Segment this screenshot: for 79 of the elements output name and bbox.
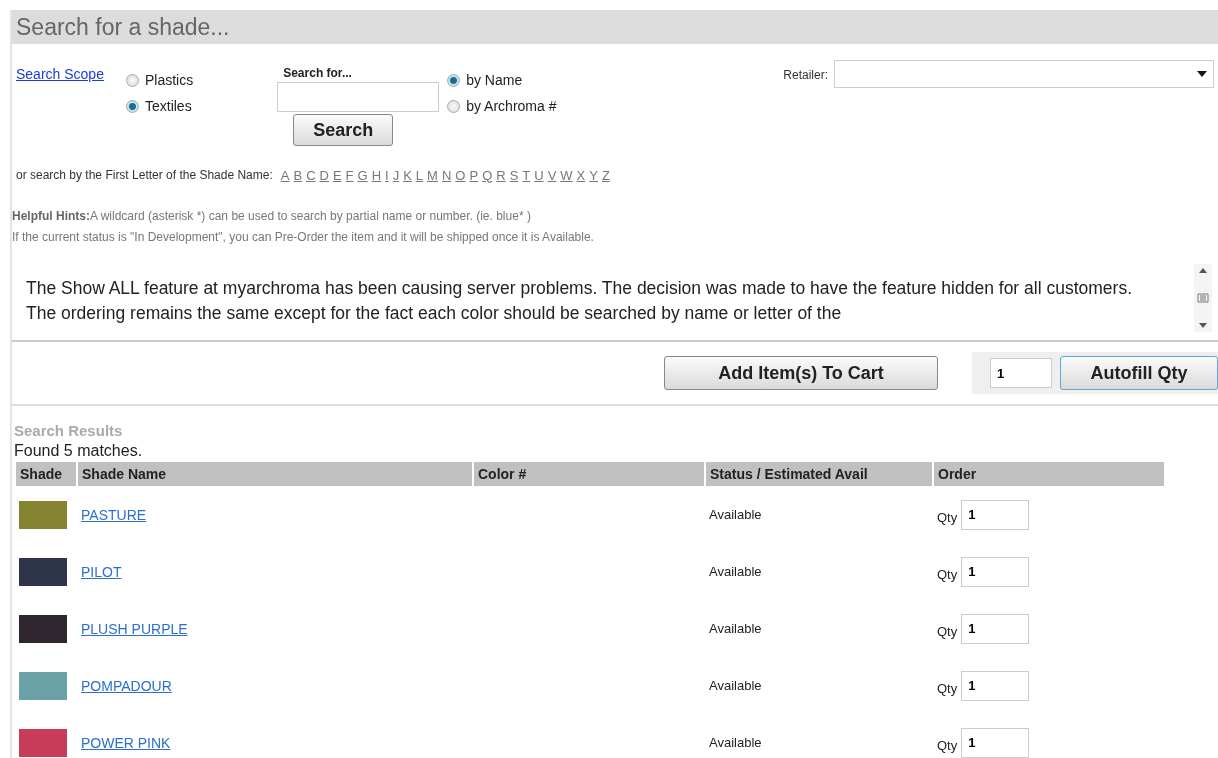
letter-link[interactable]: R [496,167,506,183]
shade-name-link[interactable]: PILOT [81,563,122,580]
column-header: Color # [474,462,704,486]
dropdown-arrow-icon [1197,71,1207,77]
radio-label: by Archroma # [466,98,557,114]
radio-label: by Name [466,72,523,88]
radio-label: Textiles [144,98,192,114]
qty-label: Qty [937,510,958,525]
letter-link[interactable]: O [455,167,466,183]
shade-name-link[interactable]: PASTURE [81,506,147,523]
radio-button[interactable] [125,99,139,113]
qty-field[interactable]: 1 [961,613,1030,644]
qty-field[interactable]: 1 [961,556,1030,587]
scroll-up-icon[interactable] [1199,268,1207,273]
letter-link[interactable]: P [469,167,479,183]
letter-link[interactable]: H [371,167,382,183]
autofill-qty-field[interactable]: 1 [990,358,1052,388]
letter-link[interactable]: C [306,167,316,183]
qty-field[interactable]: 1 [961,499,1030,530]
letter-link[interactable]: S [509,167,519,183]
add-to-cart-button[interactable]: Add Item(s) To Cart [664,356,938,390]
qty-label: Qty [937,738,958,753]
letter-link[interactable]: J [392,167,400,183]
scroll-thumb-icon[interactable] [1197,293,1209,303]
letter-link[interactable]: Y [589,167,598,183]
hint-text: Helpful Hints:A wildcard (asterisk *) can be used to search by partial name or number. (ie. blue* ) [12,208,532,225]
qty-field[interactable]: 1 [961,670,1030,701]
notice-text: The Show ALL feature at myarchroma has been causing server problems. The decision was made to have the feature hidden for all customers. The ordering remains the same except for the fact each color should be searched by name or letter of the [25,277,1133,325]
hint-text: If the current status is "In Development", you can Pre-Order the item and it will be shipped once it is Available. [12,229,595,246]
radio-label: Plastics [144,72,194,88]
scroll-down-icon[interactable] [1199,323,1207,328]
letter-link[interactable]: Z [601,167,610,183]
radio-button[interactable] [125,73,139,87]
status-cell-text: Available [708,506,763,524]
qty-field[interactable]: 1 [961,727,1030,758]
results-count: Found 5 matches. [14,442,144,460]
letter-link[interactable]: V [547,167,557,183]
letter-link[interactable]: W [560,167,573,183]
status-cell-text: Available [708,620,763,638]
letter-link[interactable]: U [534,167,544,183]
letter-link[interactable]: G [357,167,368,183]
letter-link[interactable]: X [576,167,586,183]
letter-link[interactable]: D [319,167,329,183]
section-title: Search Results [14,422,124,439]
letter-link[interactable]: T [522,167,531,183]
letter-search-label: or search by the First Letter of the Shade Name: [16,168,273,182]
column-header: Shade Name [78,462,472,486]
letter-link[interactable]: I [385,167,389,183]
shade-name-link[interactable]: POMPADOUR [81,677,172,694]
qty-label: Qty [937,624,958,639]
letter-link[interactable]: Q [482,167,493,183]
status-cell-text: Available [708,677,763,695]
letter-link[interactable]: K [403,167,412,183]
search-field[interactable] [277,82,440,112]
status-cell-text: Available [708,563,763,581]
page-title: Search for a shade... [12,10,1218,44]
radio-button[interactable] [447,73,461,87]
search-scope-link[interactable]: Search Scope [16,66,104,164]
search-button[interactable]: Search [293,114,394,146]
letter-link[interactable]: M [427,167,438,183]
retailer-label: Retailer: [783,68,828,82]
column-header: Status / Estimated Avail [706,462,932,486]
shade-name-link[interactable]: PLUSH PURPLE [81,620,188,637]
letter-link[interactable]: B [293,167,303,183]
column-header: Shade [16,462,76,486]
letter-link[interactable]: F [345,167,354,183]
letter-link[interactable]: L [415,167,424,183]
search-label: Search for... [283,66,352,80]
qty-label: Qty [937,567,958,582]
letter-link[interactable]: E [332,167,342,183]
shade-name-link[interactable]: POWER PINK [81,734,171,751]
qty-label: Qty [937,681,958,696]
radio-button[interactable] [447,99,461,113]
retailer-dropdown[interactable] [834,60,1214,88]
letter-link[interactable]: N [441,167,452,183]
status-cell-text: Available [708,734,763,752]
autofill-qty-button[interactable]: Autofill Qty [1060,356,1218,390]
letter-link[interactable]: A [280,167,290,183]
column-header: Order [934,462,1164,486]
